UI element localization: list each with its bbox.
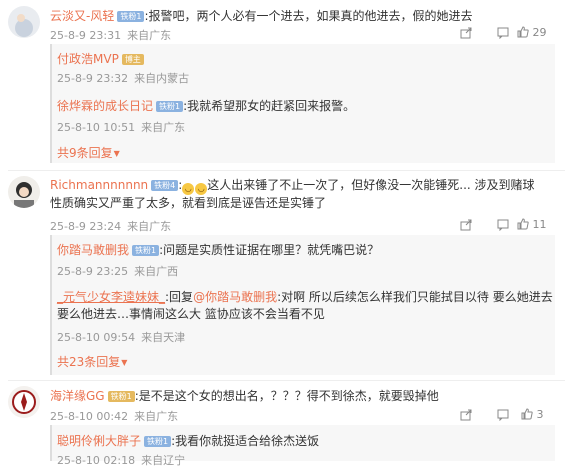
timestamp: 25-8-10 09:54: [57, 331, 136, 344]
fan-badge: 铁粉1: [107, 391, 135, 402]
username[interactable]: 云淡又-风轻: [50, 9, 114, 23]
caret-down-icon: ▼: [121, 358, 128, 367]
avatar[interactable]: [8, 386, 40, 418]
comment-icon[interactable]: [497, 409, 509, 421]
location: 来自广东: [127, 220, 172, 233]
fan-badge: 铁粉4: [151, 180, 179, 191]
location: 来自天津: [141, 331, 186, 344]
like-button[interactable]: 3: [521, 408, 544, 421]
comment-text: :是不是这个女的想出名，？？？得不到徐杰，就要毁掉他: [134, 389, 439, 403]
reply-item: 徐烨霖的成长日记 铁粉1:我就希望那女的赶紧回来报警。: [57, 95, 355, 116]
reply-item: 你踏马敢删我 铁粉1:问题是实质性证据在哪里？就凭嘴巴说？: [57, 239, 379, 260]
location: 来自广西: [134, 265, 179, 278]
location: 来自广东: [134, 410, 179, 423]
fan-badge: 铁粉1: [132, 245, 160, 256]
comment-text: :报警吧，两个人必有一个进去，如果真的他进去，假的她进去: [144, 9, 473, 23]
fan-badge: 铁粉1: [144, 436, 172, 447]
timestamp: 25-8-9 23:25: [57, 265, 129, 278]
reply-username[interactable]: 你踏马敢删我: [57, 243, 129, 257]
reply-item: 付政浩MVP 博主: [57, 48, 144, 67]
reply-text: :对啊 所以后续怎么样我们只能拭目以待 要么她进去: [277, 290, 553, 304]
avatar[interactable]: [8, 6, 40, 38]
timestamp: 25-8-9 23:31: [50, 29, 122, 42]
divider: [8, 380, 565, 381]
reply-prefix: :回复: [165, 290, 194, 304]
reply-username[interactable]: 聪明伶俐大胖子: [57, 434, 141, 448]
reply-text: :我看你就挺适合给徐杰送饭: [171, 434, 320, 448]
more-replies-label: 共9条回复: [57, 146, 113, 160]
like-button[interactable]: 29: [517, 26, 547, 39]
location: 来自广东: [127, 29, 172, 42]
like-icon: [517, 218, 529, 230]
share-icon[interactable]: [460, 409, 472, 421]
like-icon: [521, 408, 533, 420]
reply-meta: 25-8-10 10:51 来自广东: [57, 119, 185, 135]
comment-meta: 25-8-10 00:42 来自广东: [50, 408, 178, 424]
reply-username[interactable]: 付政浩MVP: [57, 52, 119, 66]
comment-meta: 25-8-9 23:31 来自广东: [50, 27, 171, 43]
fan-badge: 铁粉1: [117, 11, 145, 22]
share-icon[interactable]: [460, 219, 472, 231]
comment-text: 这人出来锤了不止一次了，但好像没一次能锤死... 涉及到赌球: [207, 178, 535, 192]
username[interactable]: 海洋缘GG: [50, 389, 105, 403]
reply-text: :问题是实质性证据在哪里？就凭嘴巴说？: [159, 243, 380, 257]
avatar-image: [8, 176, 40, 208]
comment-text-line2: 性质确实又严重了太多，就看到底是诬告还是实锤了: [50, 196, 327, 210]
location: 来自内蒙古: [134, 72, 190, 85]
comment-icon[interactable]: [497, 219, 509, 231]
reply-meta: 25-8-10 09:54 来自天津: [57, 329, 185, 345]
comment-icon[interactable]: [497, 27, 509, 39]
timestamp: 25-8-10 00:42: [50, 410, 129, 423]
reply-meta: 25-8-10 02:18 来自辽宁: [57, 452, 185, 468]
avatar-image: [8, 386, 40, 418]
like-count: 11: [532, 218, 547, 231]
reply-meta: 25-8-9 23:25 来自广西: [57, 263, 178, 279]
comment-header: 云淡又-风轻 铁粉1:报警吧，两个人必有一个进去，如果真的他进去，假的她进去: [50, 5, 472, 26]
fan-badge: 铁粉1: [156, 101, 184, 112]
reply-meta: 25-8-9 23:32 来自内蒙古: [57, 70, 189, 86]
reply-item: 聪明伶俐大胖子 铁粉1:我看你就挺适合给徐杰送饭: [57, 430, 319, 451]
reply-username[interactable]: _元气少女李逵妹妹_: [57, 290, 165, 304]
timestamp: 25-8-9 23:32: [57, 72, 129, 85]
share-icon[interactable]: [460, 27, 472, 39]
timestamp: 25-8-10 10:51: [57, 121, 136, 134]
more-replies-label: 共23条回复: [57, 355, 121, 369]
reply-text: :我就希望那女的赶紧回来报警。: [183, 99, 356, 113]
more-replies-link[interactable]: 共23条回复▼: [57, 353, 127, 370]
reply-item: _元气少女李逵妹妹_:回复@你踏马敢删我:对啊 所以后续怎么样我们只能拭目以待 …: [57, 286, 553, 307]
username[interactable]: Richmannnnnnn: [50, 178, 148, 192]
like-count: 3: [536, 408, 544, 421]
divider: [8, 170, 565, 171]
blogger-badge: 博主: [121, 54, 144, 65]
reply-username[interactable]: 徐烨霖的成长日记: [57, 99, 153, 113]
avatar-image: [8, 6, 40, 38]
mention-link[interactable]: @你踏马敢删我: [193, 290, 277, 304]
timestamp: 25-8-9 23:24: [50, 220, 122, 233]
avatar[interactable]: [8, 176, 40, 208]
comment-header: 海洋缘GG 铁粉1:是不是这个女的想出名，？？？得不到徐杰，就要毁掉他: [50, 385, 439, 406]
more-replies-link[interactable]: 共9条回复▼: [57, 144, 120, 161]
like-icon: [517, 26, 529, 38]
comment-header: Richmannnnnnn 铁粉4: ◡ ◡ 这人出来锤了不止一次了，但好像没一次能锤死…: [50, 178, 535, 195]
like-button[interactable]: 11: [517, 218, 547, 231]
location: 来自广东: [141, 121, 186, 134]
reply-text-line2: 要么他进去…事情闹这么大 篮协应该不会当看不见: [57, 307, 325, 321]
like-count: 29: [532, 26, 547, 39]
caret-down-icon: ▼: [113, 149, 120, 158]
comment-meta: 25-8-9 23:24 来自广东: [50, 218, 171, 234]
